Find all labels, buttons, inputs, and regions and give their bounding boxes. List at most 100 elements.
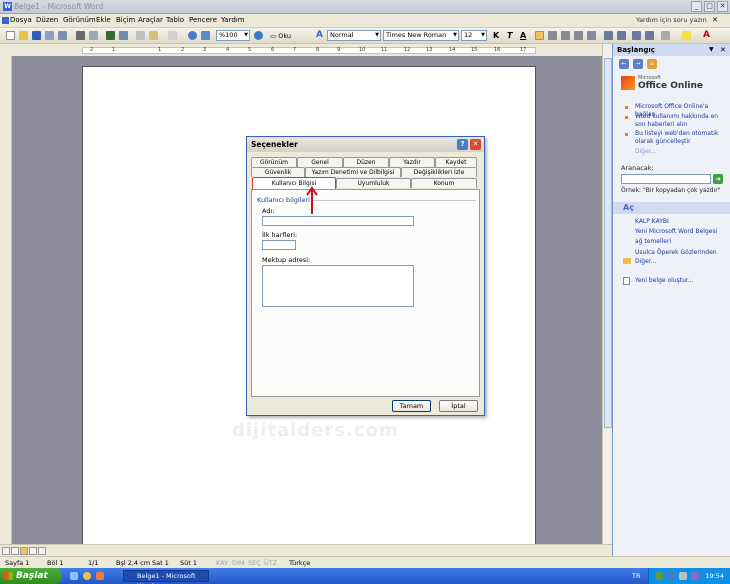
justify-icon[interactable]	[574, 31, 583, 40]
name-field[interactable]	[262, 216, 414, 226]
menu-pencere[interactable]: Pencere	[189, 16, 217, 24]
mail-address-field[interactable]	[262, 265, 414, 307]
vertical-scrollbar[interactable]	[602, 44, 612, 544]
font-color-icon[interactable]: A	[703, 30, 710, 40]
ok-button[interactable]: Tamam	[392, 400, 431, 412]
link-auto-update[interactable]: Bu listeyi web'den otomatik olarak günce…	[635, 130, 727, 146]
line-spacing-icon[interactable]	[587, 31, 596, 40]
horizontal-ruler[interactable]: 2 1 1 2 3 4 5 6 7 8 9 10 11 12 13 14 15 …	[0, 44, 612, 56]
underline-button[interactable]: A	[520, 31, 526, 40]
status-dim[interactable]: DIM	[232, 559, 245, 567]
tray-icon[interactable]	[679, 572, 687, 580]
cut-icon[interactable]	[136, 31, 145, 40]
start-button[interactable]: Başlat	[0, 568, 62, 584]
cancel-button[interactable]: İptal	[439, 400, 478, 412]
initials-field[interactable]	[262, 240, 296, 250]
print-view-button[interactable]	[20, 547, 28, 555]
permission-icon[interactable]	[45, 31, 54, 40]
search-go-button[interactable]: ➜	[713, 174, 723, 184]
bullets-icon[interactable]	[617, 31, 626, 40]
print-preview-icon[interactable]	[89, 31, 98, 40]
tray-icon[interactable]	[691, 572, 699, 580]
recent-doc[interactable]: Usulca Öperek Gözlerinden	[635, 249, 717, 257]
tray-icon[interactable]	[667, 572, 675, 580]
tab-guvenlik[interactable]: Güvenlik	[251, 167, 305, 177]
align-center-icon[interactable]	[548, 31, 557, 40]
recent-doc[interactable]: KALP KAYBI	[635, 218, 669, 226]
link-more-1[interactable]: Diğer...	[635, 148, 656, 156]
spelling-icon[interactable]	[106, 31, 115, 40]
new-icon[interactable]	[6, 31, 15, 40]
align-left-icon[interactable]	[535, 31, 544, 40]
email-icon[interactable]	[58, 31, 67, 40]
web-view-button[interactable]	[11, 547, 19, 555]
tab-degisiklikleri-izle[interactable]: Değişiklikleri İzle	[401, 167, 477, 177]
taskbar-word-button[interactable]: Belge1 - Microsoft Word	[123, 570, 209, 584]
bold-button[interactable]: K	[493, 31, 499, 40]
highlight-icon[interactable]	[682, 31, 691, 40]
numbering-icon[interactable]	[604, 31, 613, 40]
recent-doc[interactable]: Yeni Microsoft Word Belgesi	[635, 228, 717, 236]
tray-icon[interactable]	[655, 572, 663, 580]
forward-arrow-icon[interactable]: →	[633, 59, 643, 69]
undo-icon[interactable]	[168, 31, 177, 40]
vertical-ruler[interactable]	[0, 56, 12, 544]
tab-duzen[interactable]: Düzen	[343, 157, 389, 167]
clock[interactable]: 19:54	[705, 572, 724, 580]
recent-doc[interactable]: ağ temelleri	[635, 238, 671, 246]
quicklaunch-ie-icon[interactable]	[83, 572, 91, 580]
menu-bicim[interactable]: Biçim	[116, 16, 135, 24]
menu-duzen[interactable]: Düzen	[36, 16, 58, 24]
status-ust[interactable]: ÜTZ	[264, 559, 277, 567]
quicklaunch-desktop-icon[interactable]	[70, 572, 78, 580]
tab-konum[interactable]: Konum	[411, 178, 477, 188]
menu-ekle[interactable]: Ekle	[96, 16, 111, 24]
language-indicator[interactable]: TR	[632, 572, 641, 580]
link-word-news[interactable]: Word kullanımı hakkında en son haberleri…	[635, 113, 727, 129]
decrease-indent-icon[interactable]	[632, 31, 641, 40]
table-icon[interactable]	[201, 31, 210, 40]
home-icon[interactable]: ⌂	[647, 59, 657, 69]
minimize-button[interactable]: _	[691, 1, 702, 12]
new-document-link[interactable]: Yeni belge oluştur...	[635, 277, 694, 285]
scroll-thumb[interactable]	[604, 58, 612, 428]
styles-icon[interactable]: A	[316, 30, 323, 40]
tab-genel[interactable]: Genel	[297, 157, 343, 167]
menu-gorunum[interactable]: Görünüm	[63, 16, 96, 24]
align-right-icon[interactable]	[561, 31, 570, 40]
pane-dropdown-icon[interactable]: ▼	[709, 44, 714, 56]
search-input[interactable]	[621, 174, 711, 184]
font-size-select[interactable]: 12 ▼	[461, 30, 487, 41]
tab-gorunum[interactable]: Görünüm	[251, 157, 297, 167]
open-icon[interactable]	[19, 31, 28, 40]
status-kay[interactable]: KAY	[216, 559, 228, 567]
reading-view-button[interactable]	[38, 547, 46, 555]
menu-tablo[interactable]: Tablo	[166, 16, 184, 24]
outline-view-button[interactable]	[29, 547, 37, 555]
style-select[interactable]: Normal ▼	[327, 30, 381, 41]
close-doc-icon[interactable]: ✕	[712, 16, 718, 24]
research-icon[interactable]	[119, 31, 128, 40]
tab-uyumluluk[interactable]: Uyumluluk	[336, 178, 411, 188]
menu-yardim[interactable]: Yardım	[221, 16, 245, 24]
increase-indent-icon[interactable]	[645, 31, 654, 40]
read-button[interactable]: ▭ Oku	[270, 32, 291, 40]
tab-yazdir[interactable]: Yazdır	[389, 157, 435, 167]
status-sec[interactable]: SEÇ	[248, 559, 261, 567]
maximize-button[interactable]: □	[704, 1, 715, 12]
pane-close-icon[interactable]: ✕	[720, 44, 726, 56]
menu-dosya[interactable]: Dosya	[10, 16, 32, 24]
close-button[interactable]: ✕	[717, 1, 728, 12]
quicklaunch-media-icon[interactable]	[96, 572, 104, 580]
zoom-select[interactable]: %100 ▼	[216, 30, 250, 41]
hyperlink-icon[interactable]	[188, 31, 197, 40]
dialog-help-button[interactable]: ?	[457, 139, 468, 150]
back-arrow-icon[interactable]: ←	[619, 59, 629, 69]
help-icon[interactable]	[254, 31, 263, 40]
dialog-close-button[interactable]: ✕	[470, 139, 481, 150]
paste-icon[interactable]	[149, 31, 158, 40]
tab-kaydet[interactable]: Kaydet	[435, 157, 477, 167]
menu-araclar[interactable]: Araçlar	[138, 16, 163, 24]
save-icon[interactable]	[32, 31, 41, 40]
font-select[interactable]: Times New Roman ▼	[383, 30, 459, 41]
